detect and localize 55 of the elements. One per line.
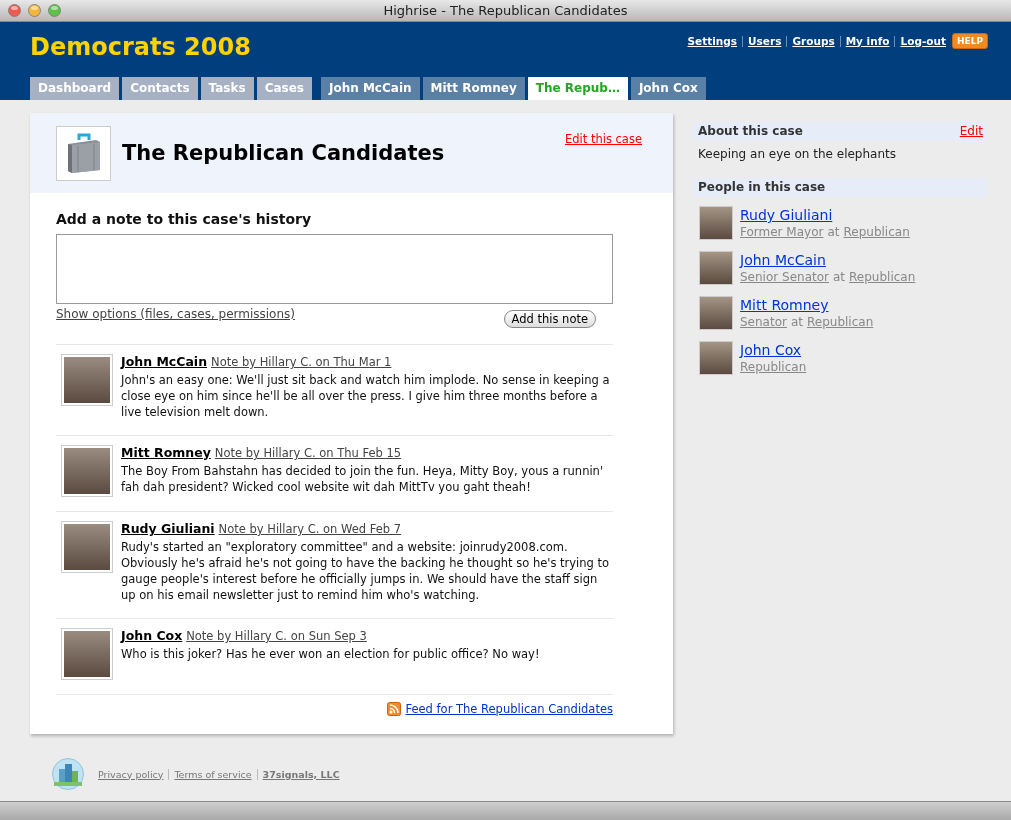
note-meta-link[interactable]: Note by Hillary C. on Wed Feb 7 [218, 522, 402, 536]
note-text: The Boy From Bahstahn has decided to join the fun. Heya, Mitty Boy, yous a runnin' fah dah president? Wicked cool website wit dah MittTv you gaht theah! [121, 463, 605, 495]
case-title: The Republican Candidates [122, 141, 445, 165]
note-text: Who is this joker? Has he ever won an election for public office? No way! [121, 646, 541, 662]
section-title: About this case [698, 124, 803, 139]
nav-tab[interactable]: John Cox [630, 77, 706, 100]
company-link[interactable]: Republican [843, 225, 910, 239]
header-link[interactable]: Settings [682, 35, 743, 47]
nav-tab[interactable]: The Repub… [527, 77, 628, 100]
header-link[interactable]: My info [839, 35, 895, 47]
person-link[interactable]: Mitt Romney [121, 445, 211, 460]
show-options-link[interactable]: Show options (files, cases, permissions) [56, 307, 295, 321]
feed-link[interactable]: Feed for The Republican Candidates [405, 702, 613, 716]
footer-link[interactable]: 37signals, LLC [256, 768, 345, 780]
note-form-heading: Add a note to this case's history [56, 211, 313, 227]
job-title-link[interactable]: Senior Senator [740, 270, 829, 284]
connector-text: at [832, 270, 846, 284]
job-title-link[interactable]: Former Mayor [740, 225, 824, 239]
person-link[interactable]: Mitt Romney [740, 296, 829, 314]
edit-case-link[interactable]: Edit this case [565, 132, 642, 146]
nav-tab[interactable]: Dashboard [30, 77, 120, 100]
nav-tab[interactable]: John McCain [320, 77, 420, 100]
note-meta-link[interactable]: Note by Hillary C. on Thu Mar 1 [211, 355, 392, 369]
company-link[interactable]: Republican [849, 270, 916, 284]
note-meta-link[interactable]: Note by Hillary C. on Sun Sep 3 [186, 629, 367, 643]
person-link[interactable]: John McCain [740, 251, 826, 269]
header-link[interactable]: Groups [786, 35, 840, 47]
case-description: Keeping an eye on the elephants [697, 146, 897, 163]
edit-link[interactable]: Edit [959, 124, 983, 139]
connector-text: at [790, 315, 803, 329]
job-title-link[interactable]: Senator [740, 315, 787, 329]
add-note-button[interactable]: Add this note [503, 310, 596, 328]
nav-tab[interactable]: Tasks [200, 77, 254, 100]
company-link[interactable]: Republican [807, 315, 874, 329]
note-text: John's an easy one: We'll just sit back and watch him implode. No sense in keeping a close eye on him since he'll be all over the press. I give him three months before a live television melt down. [121, 372, 611, 420]
section-title: People in this case [698, 180, 826, 195]
person-link[interactable]: John Cox [121, 628, 183, 643]
footer-link[interactable]: Terms of service [168, 768, 257, 780]
connector-text: at [827, 225, 840, 239]
company-link[interactable]: Republican [740, 360, 807, 374]
footer-link[interactable]: Privacy policy [98, 768, 169, 780]
person-link[interactable]: Rudy Giuliani [740, 206, 833, 224]
note-meta-link[interactable]: Note by Hillary C. on Thu Feb 15 [214, 446, 402, 460]
nav-tab[interactable]: Cases [256, 77, 312, 100]
account-name: Democrats 2008 [30, 33, 251, 61]
note-text: Rudy's started an "exploratory committee" and a website: joinrudy2008.com. Obviously he's afraid he's not going to have the backing he thought so he's trying to gauge people's interest before he officially jumps in. We should have the staff sign up on his email newsletter just to remind him who's watching. [121, 539, 611, 603]
person-link[interactable]: John Cox [740, 341, 802, 359]
nav-tab[interactable]: Mitt Romney [422, 77, 525, 100]
header-link[interactable]: Log-out [894, 35, 951, 47]
window-title: Highrise - The Republican Candidates [383, 3, 628, 18]
header-link[interactable]: Users [742, 35, 787, 47]
person-link[interactable]: Rudy Giuliani [121, 521, 215, 536]
help-button[interactable]: HELP [952, 33, 988, 49]
nav-tab[interactable]: Contacts [122, 77, 198, 100]
person-link[interactable]: John McCain [121, 354, 208, 369]
